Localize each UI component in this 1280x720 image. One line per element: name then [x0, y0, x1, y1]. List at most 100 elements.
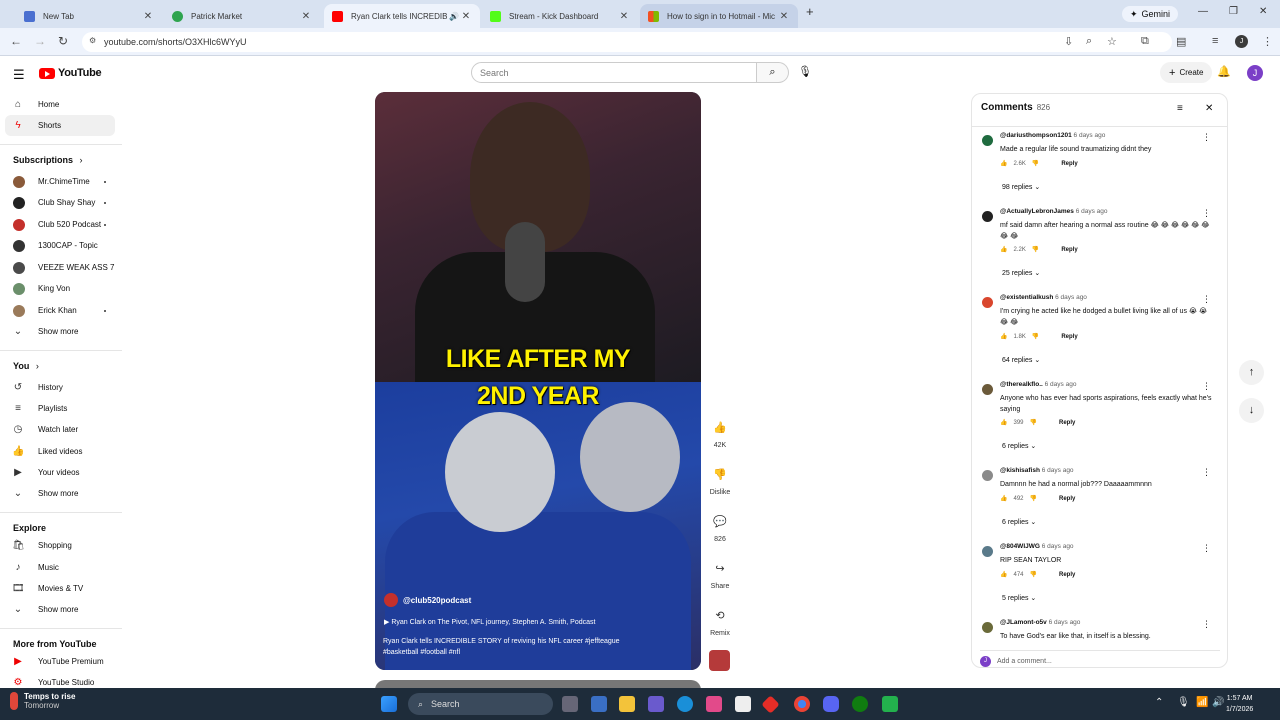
sidebar-item-playlists[interactable]: ≡ Playlists: [5, 398, 115, 419]
you-heading[interactable]: You ›: [13, 361, 39, 371]
sidebar-item-liked-videos[interactable]: 👍 Liked videos: [5, 441, 115, 462]
sidebar-item-your-videos[interactable]: ▶ Your videos: [5, 462, 115, 483]
file-explorer-icon[interactable]: [619, 696, 635, 712]
discord-icon[interactable]: [823, 696, 839, 712]
sidebar-item-music[interactable]: ♪ Music: [5, 557, 115, 578]
tab-hotmail[interactable]: How to sign in to Hotmail - Mic ✕: [640, 4, 798, 28]
close-tab-icon[interactable]: ✕: [618, 11, 630, 22]
teams-icon[interactable]: [648, 696, 664, 712]
forward-icon[interactable]: →: [34, 34, 46, 48]
dislike-button[interactable]: 👎 Dislike: [700, 464, 740, 496]
reply-button[interactable]: Reply: [1061, 161, 1077, 167]
comment-more-icon[interactable]: ⋮: [1202, 294, 1211, 305]
sidebar-item-subscription[interactable]: Club 520 Podcast: [5, 214, 115, 235]
site-info-icon[interactable]: ⚙: [89, 36, 96, 45]
tab-kick-dashboard[interactable]: Stream - Kick Dashboard ✕: [482, 4, 638, 28]
sidebar-item-history[interactable]: ↺ History: [5, 377, 115, 398]
dislike-comment-icon[interactable]: 👎: [1032, 246, 1039, 253]
sidebar-item-subscription[interactable]: VEEZE WEAK ASS 7: [5, 257, 115, 278]
show-hidden-icons-chevron-icon[interactable]: ⌃: [1155, 697, 1163, 708]
tab-new-tab[interactable]: New Tab ✕: [16, 4, 162, 28]
reply-button[interactable]: Reply: [1061, 334, 1077, 340]
back-icon[interactable]: ←: [10, 34, 22, 48]
store-icon[interactable]: [735, 696, 751, 712]
like-comment-icon[interactable]: 👍: [1000, 246, 1007, 253]
close-tab-icon[interactable]: ✕: [300, 11, 312, 22]
like-comment-icon[interactable]: 👍: [1000, 495, 1007, 502]
subscriptions-heading[interactable]: Subscriptions ›: [13, 155, 83, 165]
add-comment-field[interactable]: J Add a comment...: [980, 650, 1220, 667]
microphone-tray-icon[interactable]: 🎙: [1177, 697, 1190, 708]
minimize-icon[interactable]: —: [1198, 6, 1208, 17]
close-tab-icon[interactable]: ✕: [460, 11, 472, 22]
volume-icon[interactable]: 🔊: [1212, 697, 1224, 708]
wifi-icon[interactable]: 📶: [1196, 697, 1208, 708]
commenter-avatar[interactable]: [982, 297, 993, 308]
sidebar-item-shorts[interactable]: ϟ Shorts: [5, 115, 115, 136]
commenter-avatar[interactable]: [982, 546, 993, 557]
voice-search-mic-icon[interactable]: 🎙: [798, 65, 812, 78]
dislike-comment-icon[interactable]: 👎: [1030, 495, 1037, 502]
comment-more-icon[interactable]: ⋮: [1202, 132, 1211, 143]
maximize-icon[interactable]: ❐: [1229, 6, 1238, 17]
related-video-link[interactable]: ▶ Ryan Clark on The Pivot, NFL journey, …: [384, 618, 595, 626]
reply-button[interactable]: Reply: [1059, 420, 1075, 426]
view-replies-button[interactable]: 6 replies ⌄: [1002, 442, 1036, 450]
sidebar-item-subscription[interactable]: King Von: [5, 278, 115, 299]
red-app-icon[interactable]: [761, 695, 780, 714]
channel-link[interactable]: @club520podcast: [384, 593, 471, 607]
comment-author[interactable]: @ActuallyLebronJames 6 days ago: [1000, 208, 1108, 215]
comment-more-icon[interactable]: ⋮: [1202, 619, 1211, 630]
view-replies-button[interactable]: 98 replies ⌄: [1002, 183, 1040, 191]
sidebar-item-subscription[interactable]: Erick Khan: [5, 300, 115, 321]
short-title[interactable]: Ryan Clark tells INCREDIBLE STORY of rev…: [383, 636, 643, 658]
sidebar-item-subscription[interactable]: 1300CAP - Topic: [5, 235, 115, 256]
sidebar-item-movies[interactable]: 🎞 Movies & TV: [5, 578, 115, 599]
dislike-comment-icon[interactable]: 👎: [1030, 419, 1037, 426]
share-button[interactable]: ↪ Share: [700, 558, 740, 590]
tab-youtube-short[interactable]: Ryan Clark tells INCREDIBLE 🔊 ✕: [324, 4, 480, 28]
like-comment-icon[interactable]: 👍: [1000, 571, 1007, 578]
weather-widget[interactable]: Temps to rise Tomorrow: [10, 692, 75, 710]
close-tab-icon[interactable]: ✕: [778, 11, 790, 22]
profile-avatar-icon[interactable]: J: [1235, 35, 1248, 48]
bookmark-star-icon[interactable]: ☆: [1107, 35, 1117, 48]
commenter-avatar[interactable]: [982, 384, 993, 395]
audio-playing-icon[interactable]: 🔊: [448, 12, 460, 21]
reply-button[interactable]: Reply: [1059, 572, 1075, 578]
create-button[interactable]: + Create: [1160, 62, 1213, 83]
reply-button[interactable]: Reply: [1059, 496, 1075, 502]
sidebar-panel-icon[interactable]: ▤: [1176, 35, 1186, 48]
address-bar[interactable]: ⚙ youtube.com/shorts/O3XHlc6WYyU: [82, 32, 1172, 52]
xbox-icon[interactable]: [852, 696, 868, 712]
close-tab-icon[interactable]: ✕: [142, 11, 154, 22]
sidebar-item-shopping[interactable]: 🛍 Shopping: [5, 535, 115, 556]
search-input[interactable]: Search: [471, 62, 757, 83]
comment-more-icon[interactable]: ⋮: [1202, 381, 1211, 392]
system-clock[interactable]: 1:57 AM 1/7/2026: [1226, 693, 1253, 715]
show-more-explore[interactable]: ⌄ Show more: [5, 599, 115, 620]
next-short-arrow-icon[interactable]: ↓: [1239, 398, 1264, 423]
chrome-menu-icon[interactable]: ⋮: [1262, 35, 1273, 48]
like-comment-icon[interactable]: 👍: [1000, 160, 1007, 167]
green-app-icon[interactable]: [882, 696, 898, 712]
comment-author[interactable]: @JLamont-o5v 6 days ago: [1000, 619, 1080, 626]
commenter-avatar[interactable]: [982, 135, 993, 146]
audio-source-thumbnail[interactable]: [709, 650, 730, 671]
close-window-icon[interactable]: ✕: [1259, 6, 1267, 17]
windows-start-icon[interactable]: [381, 696, 397, 712]
sidebar-item-youtube-studio[interactable]: ⚙ YouTube Studio: [5, 672, 115, 688]
commenter-avatar[interactable]: [982, 622, 993, 633]
like-button[interactable]: 👍 42K: [700, 417, 740, 449]
remix-button[interactable]: ⟲ Remix: [700, 605, 740, 637]
view-replies-button[interactable]: 6 replies ⌄: [1002, 518, 1036, 526]
chrome-icon[interactable]: [794, 696, 810, 712]
like-comment-icon[interactable]: 👍: [1000, 333, 1007, 340]
comment-author[interactable]: @804WIJWG 6 days ago: [1000, 543, 1074, 550]
show-more-you[interactable]: ⌄ Show more: [5, 483, 115, 504]
short-video-player[interactable]: LIKE AFTER MY 2ND YEAR @club520podcast ▶…: [375, 92, 701, 670]
new-tab-plus-icon[interactable]: +: [806, 4, 814, 19]
dislike-comment-icon[interactable]: 👎: [1032, 160, 1039, 167]
view-replies-button[interactable]: 64 replies ⌄: [1002, 356, 1040, 364]
dislike-comment-icon[interactable]: 👎: [1030, 571, 1037, 578]
